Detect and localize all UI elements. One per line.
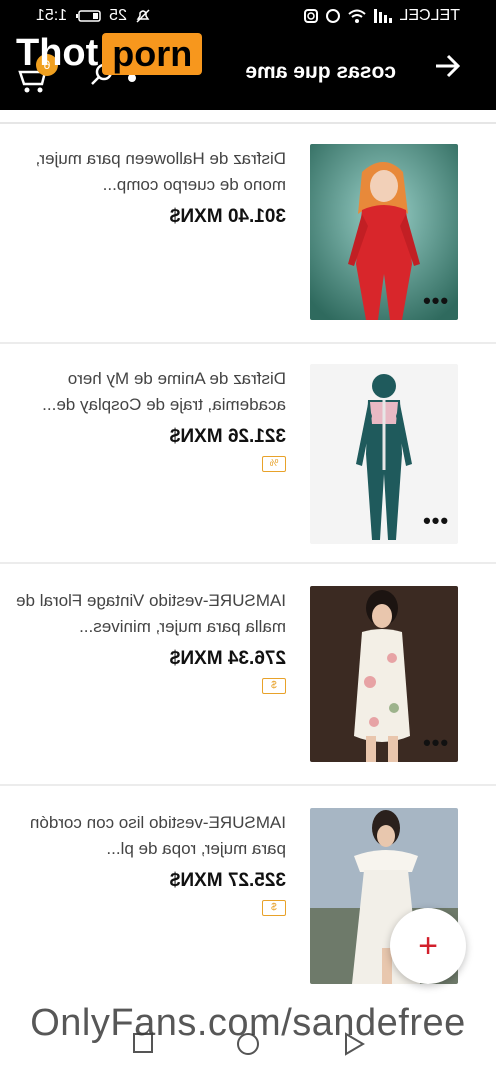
list-item[interactable]: Disfraz de Anime de My hero academia, tr… — [0, 344, 496, 564]
back-arrow-icon[interactable] — [434, 52, 461, 88]
discount-badge: $ — [262, 900, 286, 916]
more-options-icon[interactable]: ••• — [422, 288, 448, 314]
app-icon — [325, 9, 340, 23]
product-price: 325.27 MXN$ — [169, 870, 286, 891]
discount-badge: % — [262, 456, 286, 472]
product-price: 321.26 MXN$ — [169, 426, 286, 447]
brand-logo-right: porn — [102, 32, 203, 75]
add-button[interactable]: + — [390, 908, 466, 984]
product-price: 301.40 MXN$ — [169, 206, 286, 227]
list-item[interactable]: IAMSURE-vestido Vintage Floral de malla … — [0, 564, 496, 786]
more-options-icon[interactable]: ••• — [422, 508, 448, 534]
status-bar: TELCEL 25 1:51 — [0, 0, 496, 32]
discount-badge: $ — [262, 678, 286, 694]
instagram-icon — [303, 9, 318, 23]
product-title[interactable]: IAMSURE-vestido liso con cordón para muj… — [16, 810, 286, 862]
mute-icon — [136, 9, 150, 23]
brand-logo: Thot porn — [16, 32, 203, 75]
battery-icon — [76, 10, 101, 22]
carrier-label: TELCEL — [399, 7, 460, 24]
brand-logo-left: Thot — [16, 32, 99, 74]
list-item[interactable]: Disfraz de Halloween para mujer, mono de… — [0, 124, 496, 344]
product-title[interactable]: Disfraz de Anime de My hero academia, tr… — [16, 366, 286, 418]
status-right: 25 1:51 — [36, 7, 151, 25]
mirrored-screen: TELCEL 25 1:51 cosas que ame 6 Disfraz d… — [0, 0, 496, 1077]
signal-icon — [373, 9, 392, 23]
watermark-text: OnlyFans.com/sandefree — [30, 1002, 466, 1044]
page-title: cosas que ame — [245, 60, 396, 83]
product-title[interactable]: IAMSURE-vestido Vintage Floral de malla … — [16, 588, 286, 640]
battery-percent: 25 — [109, 7, 127, 24]
product-title[interactable]: Disfraz de Halloween para mujer, mono de… — [16, 146, 286, 198]
status-left: TELCEL — [303, 7, 460, 25]
wifi-icon — [347, 9, 366, 23]
more-options-icon[interactable]: ••• — [422, 730, 448, 756]
product-price: 276.34 MXN$ — [169, 648, 286, 669]
plus-icon: + — [418, 926, 438, 965]
more-dot-icon[interactable] — [128, 74, 136, 82]
clock-time: 1:51 — [36, 7, 68, 24]
